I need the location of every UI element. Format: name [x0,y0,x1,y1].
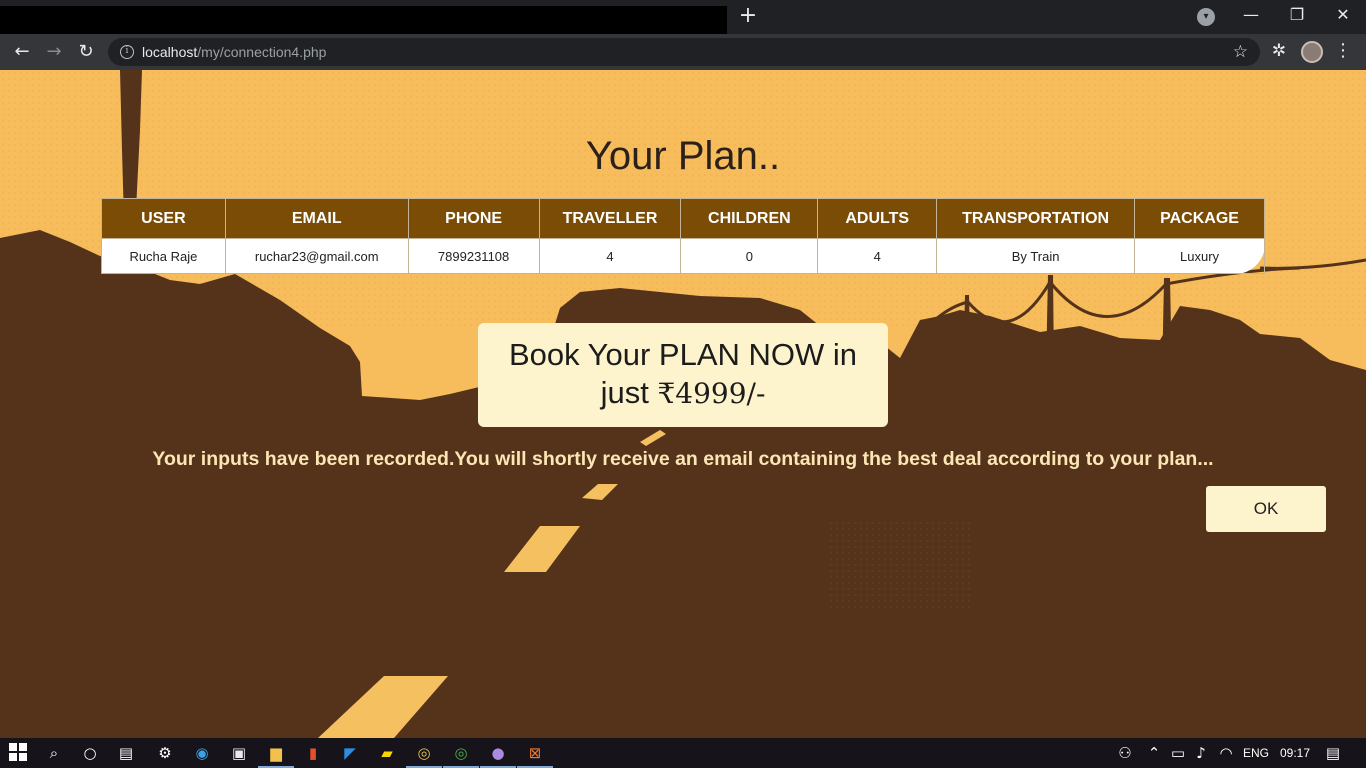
wifi-icon[interactable]: ◠ [1216,743,1236,763]
table-cell-phone: 7899231108 [407,238,540,274]
column-header: TRAVELLER [538,198,682,239]
book-plan-just: just [600,375,649,410]
book-plan-line2: just ₹4999/- [478,374,888,413]
column-header: USER [101,198,226,239]
browser-tab[interactable] [0,6,727,34]
edge-icon[interactable]: ◉ [192,743,212,763]
file-explorer-icon[interactable]: ▆ [266,743,286,763]
column-header: TRANSPORTATION [936,198,1136,239]
book-plan-line1: Book Your PLAN NOW in [508,337,858,372]
close-icon[interactable]: ✕ [1320,0,1366,30]
windows-taskbar: ⌕ ○ ▤ ⚙ ◉ ▣ ▆ ▮ ◤ ▰ ◎ ◎ ● ⊠ ⚇ ⌃ ▭ ♪ ◠ EN… [0,738,1366,768]
new-tab-button[interactable]: + [736,4,760,28]
table-cell-children: 0 [680,238,819,274]
language-indicator[interactable]: ENG [1243,745,1269,761]
book-plan-price: ₹4999/- [657,377,766,410]
search-icon[interactable]: ⌕ [44,743,64,763]
chrome-icon[interactable]: ◎ [414,743,434,763]
column-header: PHONE [407,198,540,239]
clock[interactable]: 09:17 [1280,745,1310,761]
office-icon[interactable]: ▮ [303,743,323,763]
confirmation-message: Your inputs have been recorded.You will … [152,448,1214,470]
star-icon[interactable]: ☆ [1233,41,1248,63]
plan-table: USER EMAIL PHONE TRAVELLER CHILDREN ADUL… [101,198,1265,274]
table-cell-email: ruchar23@gmail.com [224,238,409,274]
volume-icon[interactable]: ♪ [1191,743,1211,763]
restore-icon[interactable]: ❐ [1274,0,1320,30]
column-header: PACKAGE [1134,198,1265,239]
table-cell-package: Luxury [1134,238,1265,274]
tray-chevron-icon[interactable]: ⌃ [1144,743,1164,763]
site-info-icon[interactable]: i [120,45,134,59]
ok-button[interactable]: OK [1206,486,1326,532]
table-cell-user: Rucha Raje [101,238,226,274]
table-cell-traveller: 4 [538,238,682,274]
settings-icon[interactable]: ⚙ [155,743,175,763]
ground-texture [830,520,970,610]
chrome-alt-icon[interactable]: ◎ [451,743,471,763]
column-header: EMAIL [224,198,409,239]
xampp-icon[interactable]: ⊠ [525,743,545,763]
tab-strip: + ▾ — ❐ ✕ [0,0,1366,34]
github-icon[interactable]: ● [488,743,508,763]
browser-toolbar: ← → ↻ i localhost/my/connection4.php ☆ [0,34,1366,70]
minimize-icon[interactable]: — [1228,0,1274,30]
profile-avatar[interactable] [1301,41,1323,63]
table-cell-transportation: By Train [936,238,1136,274]
table-cell-adults: 4 [817,238,938,274]
people-icon[interactable]: ⚇ [1115,743,1135,763]
book-plan-banner: Book Your PLAN NOW in just ₹4999/- [478,323,888,427]
extensions-icon[interactable]: ✲ [1268,40,1290,62]
windows-start-icon[interactable] [8,743,28,763]
menu-icon[interactable]: ⋮ [1334,40,1352,62]
cortana-icon[interactable]: ○ [80,743,100,763]
battery-icon[interactable]: ▭ [1168,743,1188,763]
column-header: ADULTS [817,198,938,239]
page-title: Your Plan.. [585,134,781,178]
page-viewport: Your Plan.. USER EMAIL PHONE TRAVELLER C… [0,70,1366,738]
column-header: CHILDREN [680,198,819,239]
url-path: /my/connection4.php [197,44,327,60]
back-icon[interactable]: ← [10,40,34,64]
table-header-row: USER EMAIL PHONE TRAVELLER CHILDREN ADUL… [101,198,1265,239]
notification-icon[interactable]: ▤ [1323,743,1343,763]
vscode-icon[interactable]: ◤ [340,743,360,763]
tab-search-icon[interactable]: ▾ [1197,8,1215,26]
table-row: Rucha Raje ruchar23@gmail.com 7899231108… [101,238,1265,274]
forward-icon[interactable]: → [42,40,66,64]
address-bar[interactable]: i localhost/my/connection4.php ☆ [108,38,1260,66]
sticky-notes-icon[interactable]: ▰ [377,743,397,763]
reload-icon[interactable]: ↻ [74,40,98,64]
url-text[interactable]: localhost/my/connection4.php [142,43,326,61]
url-host: localhost [142,44,198,60]
store-icon[interactable]: ▣ [229,743,249,763]
task-view-icon[interactable]: ▤ [116,743,136,763]
